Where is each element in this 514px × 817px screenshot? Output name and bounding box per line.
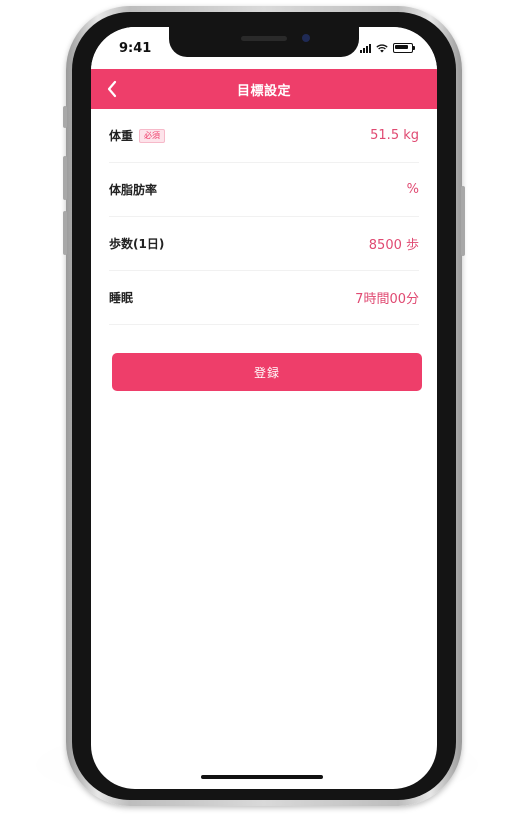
sleep-label-group: 睡眠 (109, 289, 133, 306)
sleep-value[interactable]: 7時間00分 (355, 288, 419, 307)
weight-row[interactable]: 体重 必須 51.5 kg (109, 109, 419, 163)
speaker-grille (241, 36, 287, 41)
goal-form: 体重 必須 51.5 kg 体脂肪率 % 歩数(1日) 8500 歩 睡眠 7時… (91, 109, 437, 325)
notch (169, 27, 359, 57)
sleep-row[interactable]: 睡眠 7時間00分 (109, 271, 419, 325)
silent-switch (63, 106, 67, 128)
body-fat-row[interactable]: 体脂肪率 % (109, 163, 419, 217)
body-fat-label: 体脂肪率 (109, 183, 158, 197)
body-fat-label-group: 体脂肪率 (109, 181, 157, 198)
weight-value[interactable]: 51.5 kg (370, 128, 419, 143)
register-button[interactable]: 登録 (112, 353, 422, 391)
signal-icon (360, 43, 371, 53)
steps-label: 歩数(1日) (109, 237, 165, 251)
wifi-icon (376, 43, 388, 52)
page-title: 目標設定 (236, 84, 291, 99)
home-indicator[interactable] (201, 775, 323, 779)
power-button (461, 186, 465, 256)
battery-icon (393, 43, 415, 53)
stage: 9:41 目標設定 体重 必須 51.5 kg 体脂肪率 % 歩数(1日) 85… (0, 0, 514, 817)
steps-value[interactable]: 8500 歩 (369, 234, 419, 253)
volume-down-button (63, 211, 67, 255)
phone-screen: 9:41 目標設定 体重 必須 51.5 kg 体脂肪率 % 歩数(1日) 85… (91, 27, 437, 789)
weight-label: 体重 (109, 129, 134, 143)
steps-label-group: 歩数(1日) (109, 235, 164, 252)
required-badge: 必須 (139, 128, 166, 143)
body-fat-value[interactable]: % (407, 182, 419, 197)
status-icons (360, 43, 415, 53)
volume-up-button (63, 156, 67, 200)
phone-frame: 9:41 目標設定 体重 必須 51.5 kg 体脂肪率 % 歩数(1日) 85… (63, 6, 465, 806)
nav-bar: 目標設定 (91, 69, 437, 109)
steps-row[interactable]: 歩数(1日) 8500 歩 (109, 217, 419, 271)
front-camera (302, 34, 310, 42)
sleep-label: 睡眠 (109, 291, 134, 305)
status-time: 9:41 (119, 41, 152, 56)
weight-label-group: 体重 必須 (109, 127, 166, 144)
